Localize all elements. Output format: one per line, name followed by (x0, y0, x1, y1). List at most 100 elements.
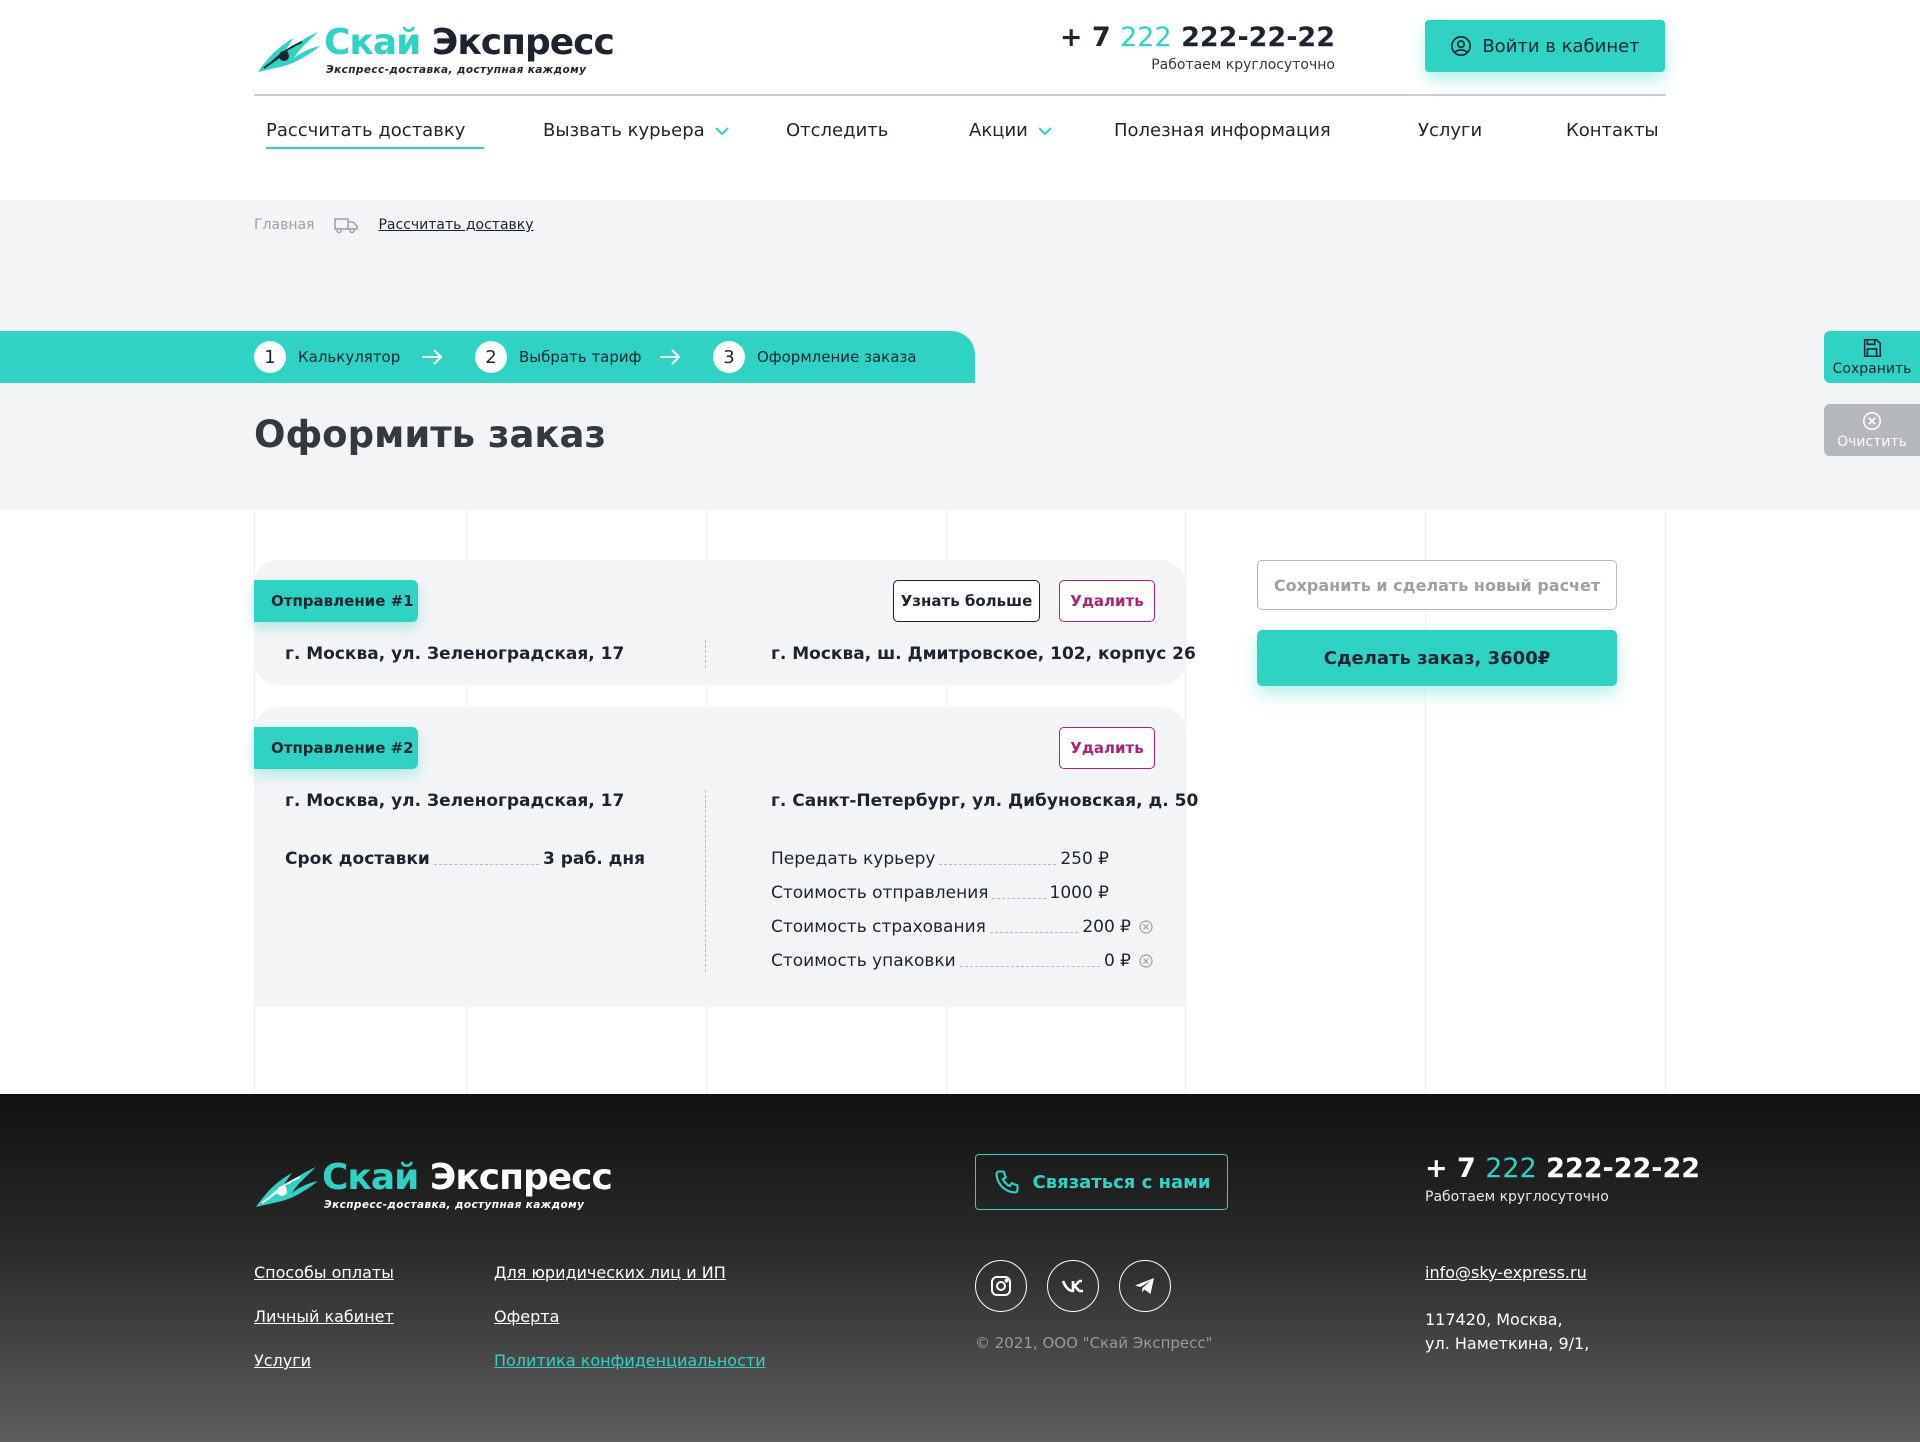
footer-link-privacy[interactable]: Политика конфиденциальности (494, 1351, 766, 1370)
logo-tagline: Экспресс-доставка, доступная каждому (324, 1199, 585, 1211)
remove-option-icon[interactable] (1139, 954, 1153, 968)
footer-link-offer[interactable]: Оферта (494, 1307, 559, 1326)
breadcrumb-current[interactable]: Рассчитать доставку (378, 217, 533, 233)
login-button[interactable]: Войти в кабинет (1425, 20, 1665, 72)
nav-item-courier[interactable]: Вызвать курьера (543, 120, 729, 141)
shipment-from-address: г. Москва, ул. Зеленоградская, 17 (285, 644, 625, 664)
footer-link-payment[interactable]: Способы оплаты (254, 1263, 394, 1282)
address-line: 117420, Москва, (1425, 1310, 1563, 1329)
shipment-from-address: г. Москва, ул. Зеленоградская, 17 (285, 791, 625, 811)
address-line: ул. Наметкина, 9/1, (1425, 1334, 1590, 1353)
footer-email[interactable]: info@sky-express.ru (1425, 1263, 1587, 1282)
shipment-tag: Отправление #2 (254, 727, 418, 769)
cost-row: Стоимость упаковки 0 ₽ (771, 951, 1153, 971)
close-circle-icon (1862, 411, 1882, 431)
copyright: © 2021, ООО "Скай Экспресс" (975, 1334, 1213, 1352)
winged-logo-icon (256, 1167, 318, 1207)
delete-shipment-button[interactable]: Удалить (1059, 727, 1155, 769)
cost-value: 200 ₽ (1082, 917, 1131, 937)
arrow-right-icon (660, 349, 681, 365)
step-label: Калькулятор (298, 348, 401, 366)
page-title: Оформить заказ (254, 413, 607, 456)
cost-label: Стоимость страхования (771, 917, 986, 937)
step-number: 3 (713, 341, 745, 373)
footer-address: 117420, Москва, ул. Наметкина, 9/1, (1425, 1308, 1589, 1356)
nav-item-promo[interactable]: Акции (969, 120, 1052, 141)
nav-item-track[interactable]: Отследить (786, 120, 888, 141)
logo-name: Скай Экспресс (322, 1157, 613, 1198)
step-calculator[interactable]: 1 Калькулятор (254, 341, 400, 373)
footer-link-legal[interactable]: Для юридических лиц и ИП (494, 1263, 726, 1282)
vk-icon (1061, 1279, 1083, 1293)
side-clear-button[interactable]: Очистить (1824, 404, 1920, 456)
telegram-icon (1135, 1278, 1154, 1294)
step-number: 2 (475, 341, 507, 373)
floppy-disk-icon (1863, 338, 1882, 358)
nav-active-indicator (266, 147, 484, 149)
cost-label: Стоимость отправления (771, 883, 989, 903)
shipment-tag: Отправление #1 (254, 580, 418, 622)
chevron-down-icon (1038, 126, 1052, 135)
cost-value: 1000 ₽ (1049, 883, 1109, 903)
delete-shipment-button[interactable]: Удалить (1059, 580, 1155, 622)
grid-line (1665, 510, 1666, 1094)
logo-name: Скай Экспресс (324, 22, 615, 63)
delivery-term-value: 3 раб. дня (542, 849, 645, 869)
phone-icon (994, 1170, 1019, 1194)
footer-phone[interactable]: + 7 222 222-22-22 (1425, 1153, 1700, 1184)
shipment-card (254, 560, 1185, 685)
social-telegram[interactable] (1119, 1260, 1171, 1312)
breadcrumb: Главная Рассчитать доставку (254, 216, 534, 234)
side-clear-label: Очистить (1837, 434, 1907, 450)
cost-label: Передать курьеру (771, 849, 936, 869)
remove-option-icon[interactable] (1139, 920, 1153, 934)
cost-row: Стоимость отправления 1000 ₽ (771, 883, 1131, 903)
cost-row: Стоимость страхования 200 ₽ (771, 917, 1153, 937)
user-circle-icon (1451, 36, 1472, 56)
logo-tagline: Экспресс-доставка, доступная каждому (326, 64, 587, 76)
cost-value: 250 ₽ (1060, 849, 1109, 869)
nav-item-info[interactable]: Полезная информация (1114, 120, 1331, 141)
header-logo[interactable]: Скай Экспресс Экспресс-доставка, доступн… (254, 18, 615, 80)
step-tariff[interactable]: 2 Выбрать тариф (475, 341, 641, 373)
cost-value: 0 ₽ (1103, 951, 1131, 971)
arrow-right-icon (422, 349, 443, 365)
instagram-icon (991, 1276, 1011, 1296)
side-save-label: Сохранить (1832, 361, 1912, 377)
header-phone-note: Работаем круглосуточно (1151, 57, 1335, 73)
nav-item-contacts[interactable]: Контакты (1566, 120, 1659, 141)
delivery-term-row: Срок доставки 3 раб. дня (285, 849, 645, 869)
contact-us-button[interactable]: Связаться с нами (975, 1154, 1228, 1210)
cost-label: Стоимость упаковки (771, 951, 956, 971)
footer-phone-note: Работаем круглосуточно (1425, 1189, 1609, 1205)
header-divider (254, 94, 1666, 96)
chevron-down-icon (714, 126, 729, 135)
contact-us-label: Связаться с нами (1032, 1171, 1211, 1193)
nav-item-calculate[interactable]: Рассчитать доставку (266, 120, 465, 141)
winged-logo-icon (258, 32, 320, 72)
footer-logo[interactable]: Скай Экспресс Экспресс-доставка, доступн… (252, 1153, 613, 1215)
header-phone[interactable]: + 7 222 222-22-22 (1060, 22, 1335, 53)
step-number: 1 (254, 341, 286, 373)
breadcrumb-home[interactable]: Главная (254, 217, 314, 233)
nav-item-services[interactable]: Услуги (1418, 120, 1482, 141)
shipment-to-address: г. Москва, ш. Дмитровское, 102, корпус 2… (771, 644, 1196, 664)
social-instagram[interactable] (975, 1260, 1027, 1312)
address-divider (705, 640, 706, 668)
address-divider (705, 790, 706, 972)
truck-icon (334, 218, 359, 234)
learn-more-button[interactable]: Узнать больше (893, 580, 1040, 622)
step-checkout[interactable]: 3 Оформление заказа (713, 341, 917, 373)
step-label: Выбрать тариф (519, 348, 642, 366)
social-vk[interactable] (1047, 1260, 1099, 1312)
delivery-term-label: Срок доставки (285, 849, 430, 869)
footer-link-account[interactable]: Личный кабинет (254, 1307, 394, 1326)
receipt-edge (254, 995, 1185, 1003)
step-label: Оформление заказа (757, 348, 917, 366)
save-new-calc-button[interactable]: Сохранить и сделать новый расчет (1257, 560, 1617, 610)
place-order-button[interactable]: Сделать заказ, 3600₽ (1257, 630, 1617, 686)
side-save-button[interactable]: Сохранить (1824, 331, 1920, 383)
shipment-to-address: г. Санкт-Петербург, ул. Дибуновская, д. … (771, 791, 1199, 811)
cost-row: Передать курьеру 250 ₽ (771, 849, 1131, 869)
footer-link-services[interactable]: Услуги (254, 1351, 311, 1370)
